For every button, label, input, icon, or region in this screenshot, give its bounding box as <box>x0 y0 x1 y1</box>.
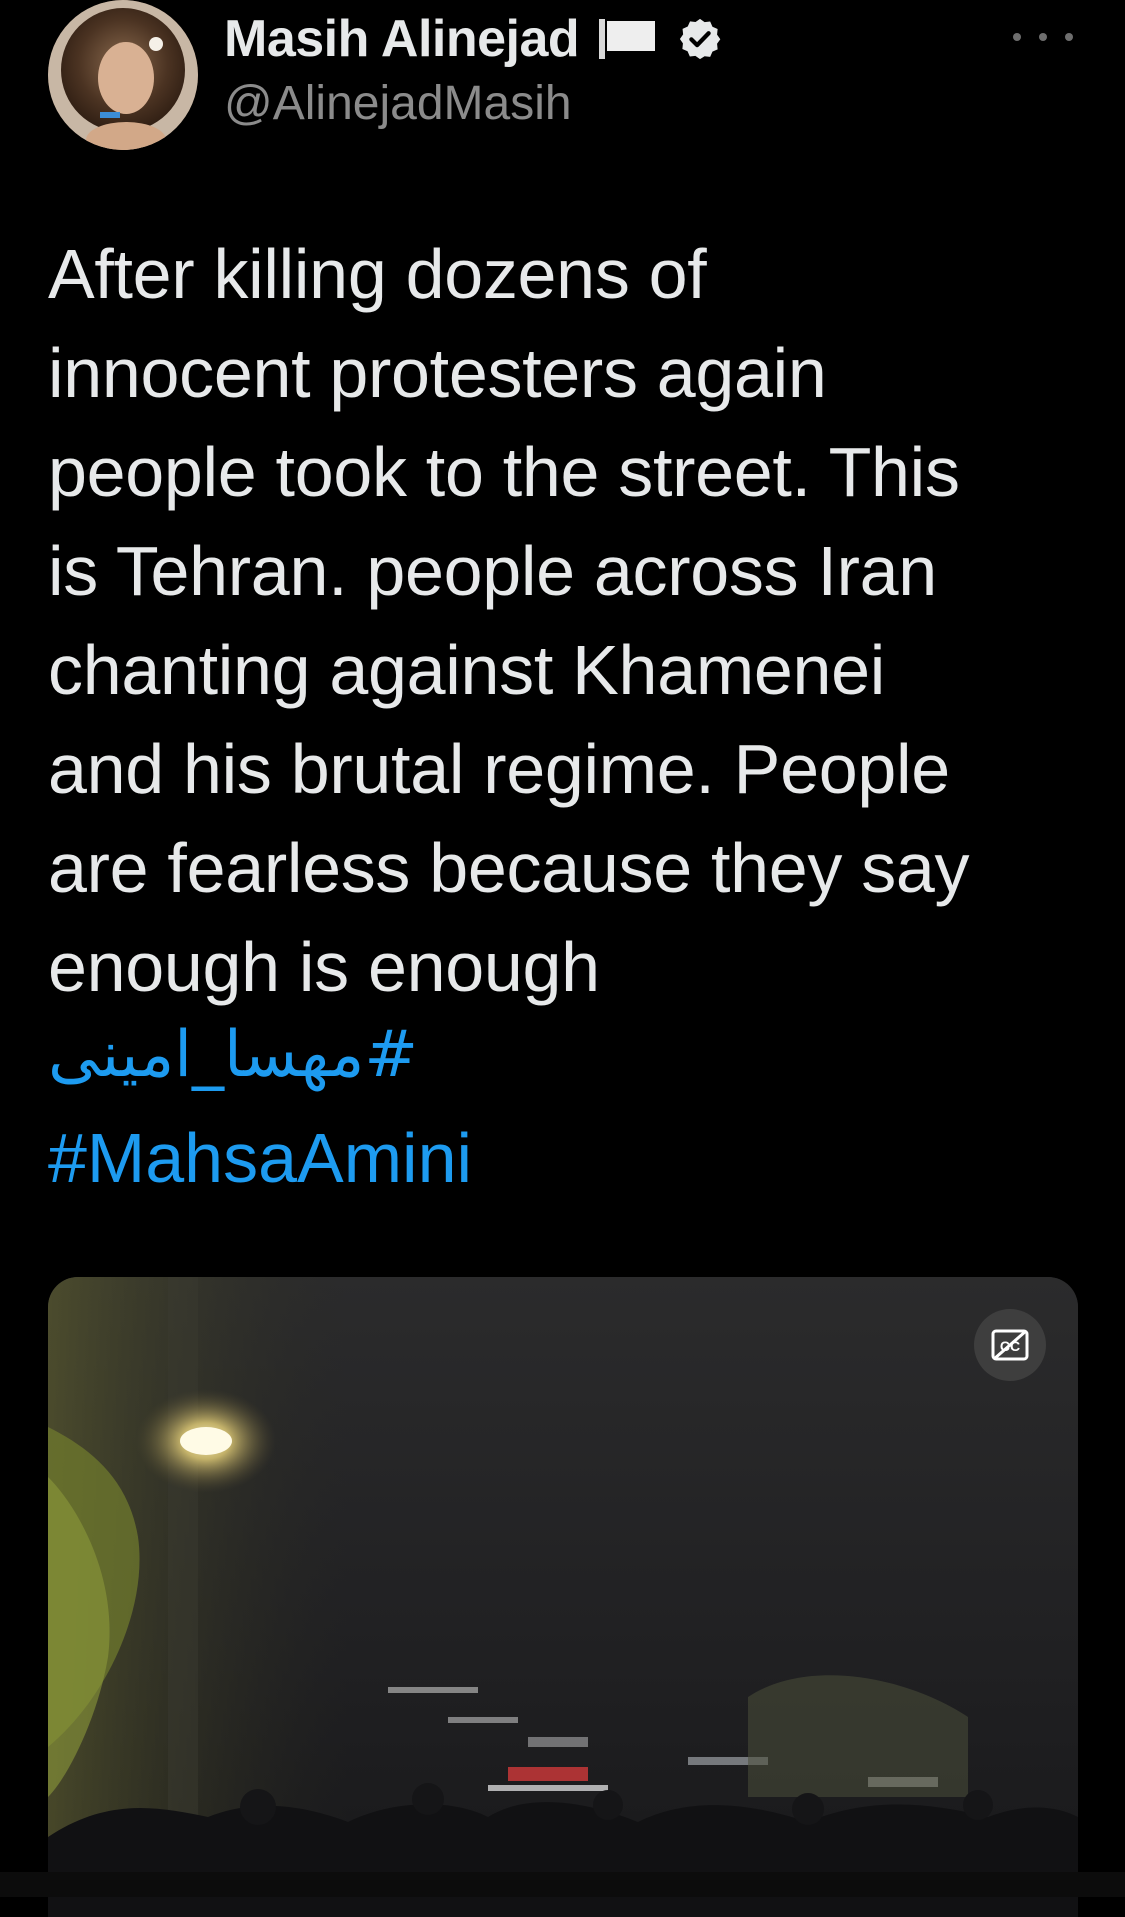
verified-badge-icon <box>677 16 723 62</box>
hashtag-link-persian[interactable]: #مهسا_امینی <box>48 1018 418 1092</box>
hashtag-link-mahsaamini[interactable]: #MahsaAmini <box>48 1118 472 1198</box>
closed-captions-icon[interactable]: CC <box>974 1309 1046 1381</box>
tweet-text-line: and his brutal regime. People <box>48 730 950 808</box>
tweet-text-line: people took to the street. This <box>48 433 960 511</box>
more-dot <box>1065 33 1073 41</box>
video-frame <box>48 1277 1078 1917</box>
tweet-text: After killing dozens of innocent protest… <box>48 225 1088 1017</box>
more-dot <box>1013 33 1021 41</box>
tweet-text-line: chanting against Khamenei <box>48 631 885 709</box>
video-player[interactable] <box>48 1277 1078 1917</box>
author-handle[interactable]: @AlinejadMasih <box>224 76 572 131</box>
tweet-text-line: innocent protesters again <box>48 334 827 412</box>
more-dot <box>1039 33 1047 41</box>
avatar[interactable] <box>48 0 198 150</box>
bottom-edge <box>0 1872 1125 1897</box>
avatar-image <box>48 0 198 150</box>
tweet-text-line: is Tehran. people across Iran <box>48 532 937 610</box>
more-options-icon[interactable] <box>1013 22 1073 52</box>
author-name-row: Masih Alinejad <box>224 4 723 74</box>
author-display-name[interactable]: Masih Alinejad <box>224 9 580 69</box>
tweet: Masih Alinejad @AlinejadMasih After kill… <box>0 0 1125 1917</box>
white-flag-icon <box>597 17 659 61</box>
tweet-text-line: are fearless because they say <box>48 829 970 907</box>
tweet-text-line: After killing dozens of <box>48 235 707 313</box>
tweet-text-line: enough is enough <box>48 928 600 1006</box>
